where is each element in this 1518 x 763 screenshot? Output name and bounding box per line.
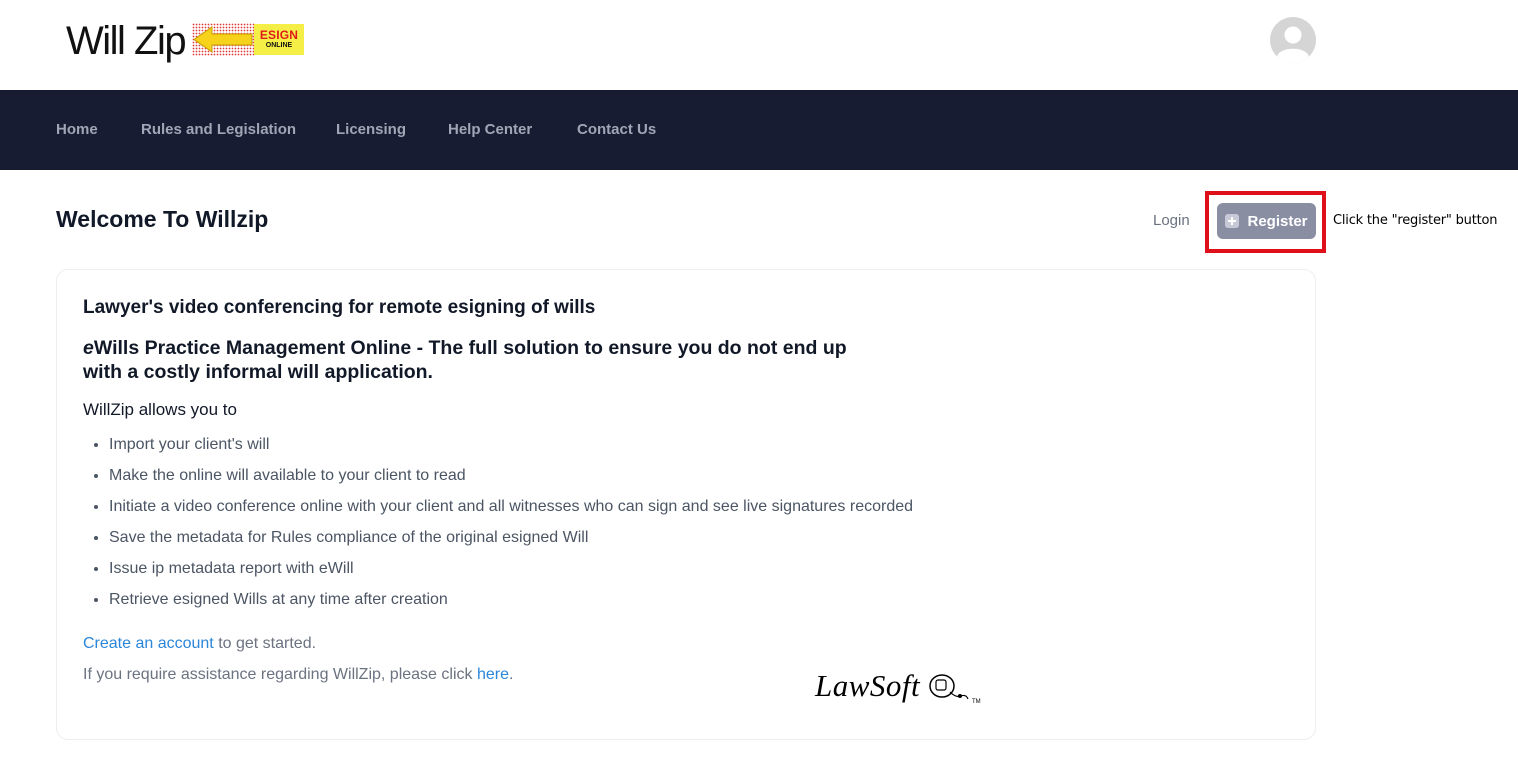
list-item: Issue ip metadata report with eWill bbox=[109, 559, 913, 590]
create-account-link[interactable]: Create an account bbox=[83, 635, 214, 652]
nav-rules-and-legislation[interactable]: Rules and Legislation bbox=[141, 90, 296, 170]
nav-home[interactable]: Home bbox=[56, 90, 98, 170]
lawsoft-mouse-icon: TM bbox=[929, 674, 981, 704]
esign-badge: ESIGN ONLINE bbox=[254, 24, 304, 55]
main-nav: Home Rules and Legislation Licensing Hel… bbox=[0, 90, 1518, 170]
register-highlight-box bbox=[1205, 191, 1326, 253]
subheading-line1: Wills Practice Management Online - The f… bbox=[93, 337, 847, 359]
badge-line2: ONLINE bbox=[265, 42, 293, 49]
help-here-link[interactable]: here bbox=[477, 666, 509, 683]
tm-mark: TM bbox=[972, 699, 981, 704]
subheading-e: e bbox=[83, 337, 94, 359]
instruction-hint: Click the "register" button bbox=[1333, 213, 1498, 228]
user-avatar-icon[interactable] bbox=[1270, 17, 1316, 63]
login-link[interactable]: Login bbox=[1153, 212, 1190, 229]
list-item: Retrieve esigned Wills at any time after… bbox=[109, 590, 913, 621]
features-list: Import your client's will Make the onlin… bbox=[109, 435, 913, 621]
create-account-suffix: to get started. bbox=[213, 635, 317, 652]
card-heading: Lawyer's video conferencing for remote e… bbox=[83, 297, 596, 318]
assist-suffix: . bbox=[508, 666, 514, 683]
nav-help-center[interactable]: Help Center bbox=[448, 90, 532, 170]
willzip-logo[interactable]: Will Zip ESIGN ONLINE bbox=[66, 18, 304, 64]
list-item: Save the metadata for Rules compliance o… bbox=[109, 528, 913, 559]
nav-contact-us[interactable]: Contact Us bbox=[577, 90, 656, 170]
lawsoft-text: LawSoft bbox=[815, 668, 921, 703]
badge-line1: ESIGN bbox=[259, 28, 299, 42]
top-header: Will Zip ESIGN ONLINE bbox=[0, 0, 1518, 90]
create-account-text: Create an account to get started. bbox=[83, 635, 316, 653]
nav-licensing[interactable]: Licensing bbox=[336, 90, 406, 170]
list-item: Initiate a video conference online with … bbox=[109, 497, 913, 528]
logo-text: Will Zip bbox=[66, 19, 187, 63]
subheading-line2: with a costly informal will application. bbox=[83, 361, 433, 383]
lawsoft-logo: LawSoft TM bbox=[815, 668, 981, 708]
assistance-text: If you require assistance regarding Will… bbox=[83, 666, 513, 684]
page-title: Welcome To Willzip bbox=[56, 206, 269, 232]
assist-prefix: If you require assistance regarding Will… bbox=[83, 666, 477, 683]
card-subheading: eWills Practice Management Online - The … bbox=[83, 336, 883, 384]
arrow-icon bbox=[192, 23, 254, 56]
list-item: Import your client's will bbox=[109, 435, 913, 466]
list-item: Make the online will available to your c… bbox=[109, 466, 913, 497]
features-intro: WillZip allows you to bbox=[83, 400, 237, 419]
